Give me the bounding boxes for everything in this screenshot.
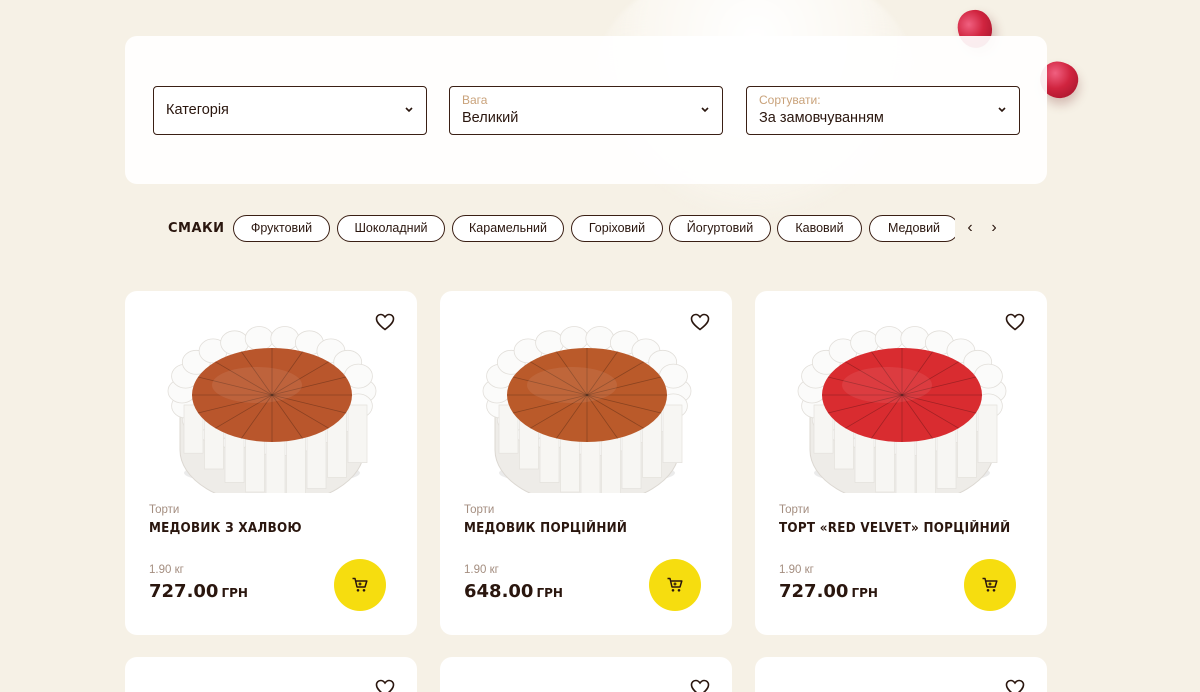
weight-select-label: Вага: [462, 93, 488, 107]
price-currency: ГРН: [851, 586, 878, 600]
product-name[interactable]: ТОРТ «RED VELVET» ПОРЦІЙНИЙ: [779, 521, 1010, 536]
product-name[interactable]: МЕДОВИК З ХАЛВОЮ: [149, 521, 302, 536]
sort-select[interactable]: Сортувати: За замовчуванням: [746, 86, 1020, 135]
product-image: [167, 326, 377, 493]
category-select-value: Категорія: [166, 102, 229, 118]
add-to-cart-button[interactable]: [649, 559, 701, 611]
price-currency: ГРН: [536, 586, 563, 600]
product-weight: 1.90 кг: [464, 564, 499, 576]
category-select[interactable]: Категорія: [153, 86, 427, 135]
filter-panel: Категорія Вага Великий Сортувати: За зам…: [125, 36, 1047, 184]
chevron-down-icon: [405, 107, 413, 113]
cart-icon: [352, 577, 368, 592]
chevron-right-icon[interactable]: ›: [987, 219, 1001, 239]
product-card[interactable]: Торти МЕДОВИК З ХАЛВОЮ 1.90 кг 727.00 ГРН: [125, 291, 417, 635]
product-category: Торти: [464, 504, 495, 516]
price-value: 648.00: [464, 581, 534, 602]
product-weight: 1.90 кг: [779, 564, 814, 576]
flavor-pill[interactable]: Фруктовий: [233, 215, 330, 242]
flavor-pill[interactable]: Йогуртовий: [669, 215, 771, 242]
heart-icon[interactable]: [1005, 679, 1025, 692]
flavors-title: СМАКИ: [168, 221, 225, 236]
weight-select[interactable]: Вага Великий: [449, 86, 723, 135]
product-price: 648.00 ГРН: [464, 581, 563, 602]
chevron-down-icon: [701, 107, 709, 113]
heart-icon[interactable]: [1005, 313, 1025, 331]
product-category: Торти: [149, 504, 180, 516]
product-card[interactable]: [755, 657, 1047, 692]
product-image: [797, 326, 1007, 493]
cart-icon: [982, 577, 998, 592]
product-card[interactable]: Торти МЕДОВИК ПОРЦІЙНИЙ 1.90 кг 648.00 ГР…: [440, 291, 732, 635]
heart-icon[interactable]: [690, 313, 710, 331]
product-category: Торти: [779, 504, 810, 516]
flavor-pill[interactable]: Карамельний: [452, 215, 564, 242]
product-weight: 1.90 кг: [149, 564, 184, 576]
flavors-filter-row: СМАКИ Фруктовий Шоколадний Карамельний Г…: [0, 215, 1200, 243]
flavor-pills: Фруктовий Шоколадний Карамельний Горіхов…: [233, 215, 955, 243]
heart-icon[interactable]: [375, 679, 395, 692]
chevron-left-icon[interactable]: ‹: [963, 219, 977, 239]
flavor-pill[interactable]: Шоколадний: [337, 215, 445, 242]
sort-select-label: Сортувати:: [759, 93, 821, 107]
product-name[interactable]: МЕДОВИК ПОРЦІЙНИЙ: [464, 521, 627, 536]
chevron-down-icon: [998, 107, 1006, 113]
heart-icon[interactable]: [690, 679, 710, 692]
product-card[interactable]: [440, 657, 732, 692]
price-value: 727.00: [149, 581, 219, 602]
heart-icon[interactable]: [375, 313, 395, 331]
product-image: [482, 326, 692, 493]
flavor-pill[interactable]: Кавовий: [777, 215, 862, 242]
product-card[interactable]: Торти ТОРТ «RED VELVET» ПОРЦІЙНИЙ 1.90 к…: [755, 291, 1047, 635]
product-price: 727.00 ГРН: [779, 581, 878, 602]
price-currency: ГРН: [221, 586, 248, 600]
price-value: 727.00: [779, 581, 849, 602]
add-to-cart-button[interactable]: [964, 559, 1016, 611]
product-price: 727.00 ГРН: [149, 581, 248, 602]
cart-icon: [667, 577, 683, 592]
weight-select-value: Великий: [462, 110, 519, 126]
sort-select-value: За замовчуванням: [759, 110, 884, 126]
flavor-pill[interactable]: Горіховий: [571, 215, 663, 242]
add-to-cart-button[interactable]: [334, 559, 386, 611]
flavor-pill[interactable]: Медовий: [869, 215, 955, 242]
product-card[interactable]: [125, 657, 417, 692]
